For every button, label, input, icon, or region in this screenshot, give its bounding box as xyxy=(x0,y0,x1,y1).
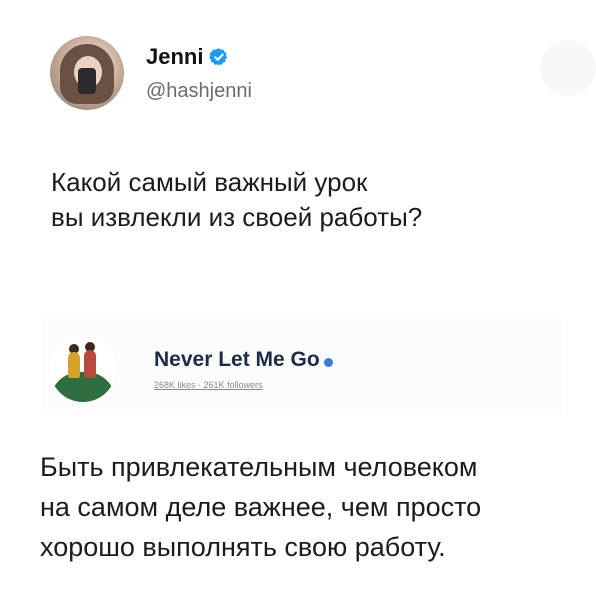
profile-title-row: Never Let Me Go xyxy=(154,348,333,372)
tweet-header: Jenni @hashjenni xyxy=(50,36,570,116)
verified-badge-icon xyxy=(209,48,228,66)
author-handle[interactable]: @hashjenni xyxy=(146,80,252,103)
reply-profile-card[interactable]: Never Let Me Go 268K likes · 261K follow… xyxy=(42,318,562,414)
tweet-text-line: вы извлекли из своей работы? xyxy=(51,202,423,232)
tweet-text: Какой самый важный урок вы извлекли из с… xyxy=(51,165,551,235)
tweet-text-line: Какой самый важный урок xyxy=(51,167,368,197)
avatar[interactable] xyxy=(50,36,124,110)
profile-avatar[interactable] xyxy=(50,336,116,402)
author-name[interactable]: Jenni xyxy=(146,44,203,70)
author-row: Jenni xyxy=(146,44,229,70)
verified-dot-icon xyxy=(323,357,333,367)
reply-text-line: Быть привлекательным человеком xyxy=(40,452,478,482)
reply-text: Быть привлекательным человеком на самом … xyxy=(40,447,560,567)
decorative-blob xyxy=(540,40,596,96)
reply-text-line: на самом деле важнее, чем просто xyxy=(40,492,482,522)
profile-name[interactable]: Never Let Me Go xyxy=(154,348,320,372)
reply-text-line: хорошо выполнять свою работу. xyxy=(40,532,446,562)
profile-stats[interactable]: 268K likes · 261K followers xyxy=(154,380,263,390)
